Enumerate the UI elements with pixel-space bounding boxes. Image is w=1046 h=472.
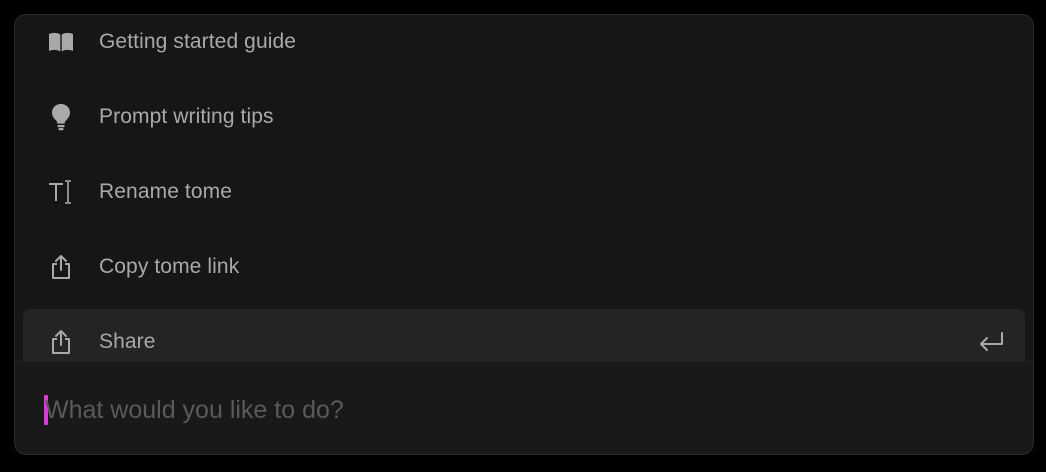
- book-icon: [48, 29, 74, 55]
- menu-item-rename-tome[interactable]: Rename tome: [23, 159, 1025, 225]
- menu-item-label: Prompt writing tips: [99, 105, 274, 128]
- share-upload-icon: [48, 254, 74, 280]
- menu-item-copy-tome-link[interactable]: Copy tome link: [23, 234, 1025, 300]
- text-cursor-icon: [48, 179, 74, 205]
- command-input[interactable]: [45, 390, 945, 430]
- lightbulb-icon: [48, 104, 74, 131]
- enter-return-icon: [977, 329, 1005, 355]
- command-input-area: [15, 361, 1033, 454]
- menu-item-label: Share: [99, 330, 156, 353]
- menu-item-label: Copy tome link: [99, 255, 240, 278]
- menu-item-getting-started-guide[interactable]: Getting started guide: [23, 15, 1025, 75]
- menu-item-share[interactable]: Share: [23, 309, 1025, 361]
- share-upload-icon: [48, 329, 74, 355]
- menu-item-label: Rename tome: [99, 180, 232, 203]
- command-menu-list: Getting started guide Prompt writing tip…: [15, 15, 1033, 361]
- menu-item-prompt-writing-tips[interactable]: Prompt writing tips: [23, 84, 1025, 150]
- command-palette: Getting started guide Prompt writing tip…: [14, 14, 1034, 455]
- menu-item-label: Getting started guide: [99, 30, 297, 53]
